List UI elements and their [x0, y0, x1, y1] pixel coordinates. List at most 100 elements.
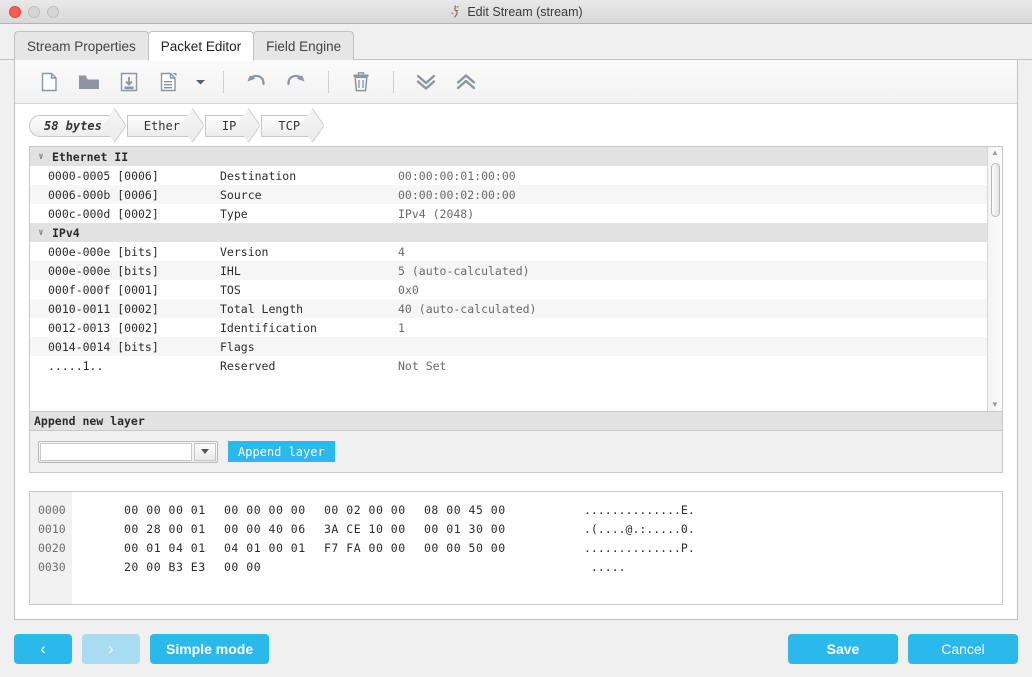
minimize-window-button[interactable]	[28, 5, 40, 18]
table-row[interactable]: 000f-000f [0001] TOS 0x0	[30, 280, 987, 299]
hex-ascii: ..............P.	[584, 540, 695, 555]
chevron-down-icon	[195, 79, 205, 84]
toolbar-separator	[393, 70, 394, 93]
append-layer-header: Append new layer	[29, 412, 1003, 431]
table-row[interactable]: 0012-0013 [0002] Identification 1	[30, 318, 987, 337]
app-icon	[451, 5, 460, 18]
hex-group: 00 00 00 01	[124, 502, 206, 517]
scroll-down-icon[interactable]: ▼	[991, 401, 999, 409]
undo-button[interactable]	[238, 66, 274, 98]
table-row[interactable]: ∨ IPv4	[30, 223, 987, 242]
hex-offset: 0020	[38, 540, 66, 555]
hex-row[interactable]: 20 00 B3 E3 00 00 .....	[72, 557, 1002, 576]
field-value[interactable]: 4	[398, 245, 987, 259]
field-name: Version	[220, 244, 269, 259]
field-value[interactable]: 00:00:00:01:00:00	[398, 169, 987, 183]
breadcrumb-item-ip[interactable]: IP	[204, 115, 252, 137]
trash-icon	[353, 71, 369, 91]
protocol-tree: ∨ Ethernet II 0000-0005 [0006] Destinati…	[29, 146, 1003, 412]
template-document-icon	[160, 72, 177, 91]
field-value[interactable]: IPv4 (2048)	[398, 207, 987, 221]
save-button[interactable]	[111, 66, 147, 98]
undo-icon	[247, 74, 265, 85]
field-value[interactable]: 00:00:00:02:00:00	[398, 188, 987, 202]
hex-offset: 0000	[38, 502, 66, 517]
toolbar-separator	[328, 70, 329, 93]
table-row[interactable]: 0014-0014 [bits] Flags	[30, 337, 987, 356]
hex-group: 00 01 30 00	[424, 521, 506, 536]
table-row[interactable]: 0006-000b [0006] Source 00:00:00:02:00:0…	[30, 185, 987, 204]
expand-all-icon	[416, 74, 436, 90]
table-row[interactable]: 0000-0005 [0006] Destination 00:00:00:01…	[30, 166, 987, 185]
field-name: Total Length	[220, 301, 304, 316]
field-value[interactable]: 40 (auto-calculated)	[398, 302, 987, 316]
append-layer-button[interactable]: Append layer	[228, 441, 335, 462]
hex-group: 00 00 40 06	[224, 521, 306, 536]
simple-mode-button[interactable]: Simple mode	[150, 633, 270, 664]
table-row[interactable]: 000e-000e [bits] IHL 5 (auto-calculated)	[30, 261, 987, 280]
field-value[interactable]: 5 (auto-calculated)	[398, 264, 987, 278]
open-folder-icon	[79, 75, 99, 89]
tab-field-engine[interactable]: Field Engine	[253, 31, 355, 60]
field-value[interactable]: 0x0	[398, 283, 987, 297]
table-row[interactable]: 000e-000e [bits] Version 4	[30, 242, 987, 261]
delete-button[interactable]	[343, 66, 379, 98]
next-stream-button[interactable]: ›	[82, 633, 140, 664]
save-disk-icon	[120, 72, 138, 91]
field-name: Source	[220, 187, 262, 202]
new-file-button[interactable]	[31, 66, 67, 98]
hex-row[interactable]: 00 01 04 01 04 01 00 01 F7 FA 00 00 00 0…	[72, 538, 1002, 557]
field-offset: 0012-0013 [0002]	[48, 320, 159, 335]
tree-vertical-scrollbar[interactable]: ▲ ▼	[987, 147, 1002, 411]
hex-group	[324, 560, 424, 574]
field-offset: 000c-000d [0002]	[48, 206, 159, 221]
previous-stream-button[interactable]: ‹	[14, 633, 72, 664]
hex-group: 00 00	[224, 559, 262, 574]
field-value[interactable]: Not Set	[398, 359, 987, 373]
field-value[interactable]: 1	[398, 321, 987, 335]
breadcrumb-item-tcp[interactable]: TCP	[261, 115, 316, 137]
layer-type-dropdown-button[interactable]	[194, 442, 216, 461]
table-row[interactable]: 000c-000d [0002] Type IPv4 (2048)	[30, 204, 987, 223]
layer-group-label: Ethernet II	[52, 149, 129, 164]
layer-type-input[interactable]	[40, 442, 193, 461]
hex-group: 04 01 00 01	[224, 540, 306, 555]
breadcrumb-item-ether[interactable]: Ether	[126, 115, 195, 137]
collapse-all-icon	[456, 73, 476, 89]
packet-editor-panel: 58 bytes Ether IP TCP ∨ Ethernet II 0000…	[14, 60, 1018, 620]
collapse-all-button[interactable]	[448, 66, 484, 98]
redo-button[interactable]	[278, 66, 314, 98]
table-row[interactable]: 0010-0011 [0002] Total Length 40 (auto-c…	[30, 299, 987, 318]
hex-row[interactable]: 00 28 00 01 00 00 40 06 3A CE 10 00 00 0…	[72, 519, 1002, 538]
tab-stream-properties[interactable]: Stream Properties	[14, 31, 149, 60]
new-file-icon	[41, 72, 57, 91]
field-offset: 000f-000f [0001]	[48, 282, 159, 297]
hex-group: 00 28 00 01	[124, 521, 206, 536]
hex-row[interactable]: 00 00 00 01 00 00 00 00 00 02 00 00 08 0…	[72, 500, 1002, 519]
open-folder-button[interactable]	[71, 66, 107, 98]
maximize-window-button[interactable]	[47, 5, 59, 18]
scroll-up-icon[interactable]: ▲	[991, 149, 999, 157]
cancel-dialog-button[interactable]: Cancel	[908, 633, 1018, 664]
hex-dump-view: 0000 0010 0020 0030 00 00 00 01 00 00 00…	[29, 491, 1003, 605]
close-window-button[interactable]	[9, 5, 21, 18]
field-offset: .....1..	[48, 358, 104, 373]
table-row[interactable]: ∨ Ethernet II	[30, 147, 987, 166]
table-row[interactable]: .....1.. Reserved Not Set	[30, 356, 987, 375]
window-title: Edit Stream (stream)	[467, 4, 583, 19]
hex-offset: 0030	[38, 559, 66, 574]
expand-all-button[interactable]	[408, 66, 444, 98]
window-title-area: Edit Stream (stream)	[0, 0, 1032, 23]
layer-type-combobox[interactable]	[38, 440, 218, 463]
editor-toolbar	[15, 60, 1017, 104]
tab-packet-editor[interactable]: Packet Editor	[147, 31, 255, 61]
template-options-button[interactable]	[191, 66, 209, 98]
save-dialog-button[interactable]: Save	[788, 633, 898, 664]
field-offset: 000e-000e [bits]	[48, 263, 159, 278]
template-document-button[interactable]	[151, 66, 187, 98]
caret-down-icon	[201, 449, 210, 454]
chevron-down-icon[interactable]: ∨	[30, 228, 52, 238]
edit-stream-window: Edit Stream (stream) Stream Properties P…	[0, 0, 1032, 677]
scrollbar-thumb[interactable]	[991, 163, 1000, 217]
chevron-down-icon[interactable]: ∨	[30, 152, 52, 162]
